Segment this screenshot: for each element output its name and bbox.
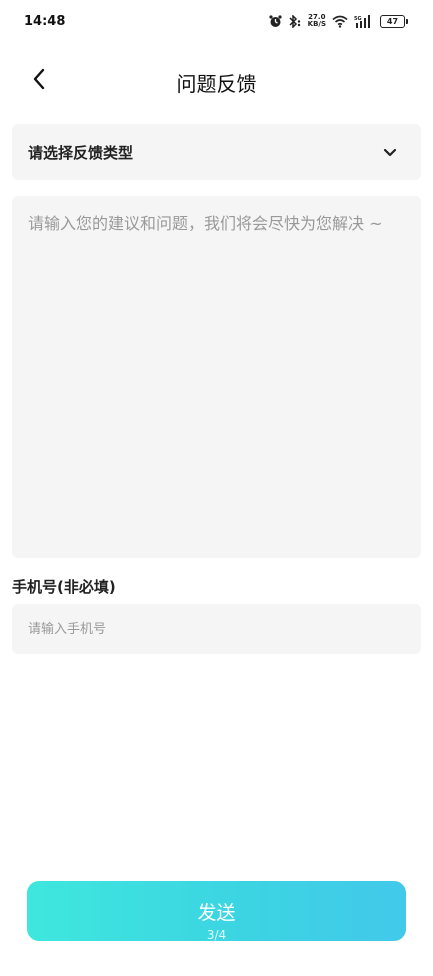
- network-speed: 27.0 KB/S: [308, 14, 326, 28]
- phone-input[interactable]: [12, 604, 421, 654]
- phone-label: 手机号(非必填): [12, 578, 116, 596]
- send-button-label: 发送: [197, 901, 236, 924]
- network-speed-unit: KB/S: [307, 20, 326, 28]
- feedback-type-label: 请选择反馈类型: [28, 143, 134, 162]
- battery-icon: 47: [380, 14, 408, 28]
- chevron-down-icon: [381, 143, 399, 161]
- battery-level: 47: [386, 16, 399, 26]
- nav-bar: 问题反馈: [0, 56, 433, 106]
- cellular-signal-icon: 5G: [354, 14, 374, 28]
- bluetooth-icon: [288, 14, 302, 28]
- alarm-icon: [269, 14, 282, 28]
- status-time: 14:48: [24, 14, 66, 29]
- page-indicator: 3/4: [206, 928, 227, 942]
- page-title: 问题反馈: [176, 72, 257, 96]
- wifi-icon: [332, 15, 348, 28]
- status-bar: 14:48 27.0 KB/S 5G 47: [0, 0, 433, 50]
- feedback-content-textarea[interactable]: [12, 196, 421, 558]
- status-icons: 27.0 KB/S 5G 47: [269, 12, 408, 30]
- feedback-type-select[interactable]: 请选择反馈类型: [12, 124, 421, 180]
